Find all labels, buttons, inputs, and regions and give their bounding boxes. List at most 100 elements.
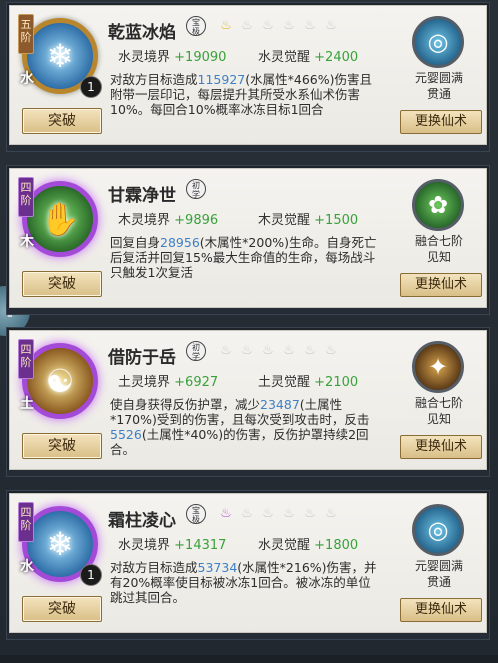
damage-value: 115927 — [197, 72, 246, 87]
card-footer — [7, 470, 489, 476]
card-footer — [7, 145, 489, 151]
desc-text: (土属性*40%)的伤害，反伤护罩持续2回合。 — [110, 427, 369, 457]
realm-value: +9896 — [174, 213, 219, 228]
realm-stat: 土灵境界 +6927 — [118, 371, 218, 390]
skill-icon[interactable]: ❄ 五阶 水 1 — [18, 14, 104, 100]
rank-badge: 宝 极 — [186, 16, 206, 36]
skill-name: 霜柱凌心 — [108, 511, 176, 531]
bottom-strip — [0, 655, 498, 663]
realm-value: +14317 — [174, 538, 227, 553]
cultivation-stage: 融合七阶 — [414, 396, 463, 410]
cultivation-emblem-icon: ✿ — [412, 179, 464, 231]
flame-star-icon: ♨ — [262, 506, 274, 521]
swap-skill-button[interactable]: 更换仙术 — [400, 110, 482, 134]
flame-star-icon: ♨ — [241, 506, 253, 521]
awaken-label: 水灵觉醒 — [258, 538, 311, 553]
skill-card: ❄ 四阶 水 1 突破 霜柱凌心 宝 极 ♨ ♨ ♨ ♨ ♨ ♨ 水灵境界 +14317 … — [6, 490, 490, 640]
breakthrough-button[interactable]: 突破 — [22, 271, 102, 297]
skill-description: 对敌方目标造成53734(水属性*216%)伤害，并有20%概率使目标被冰冻1回… — [110, 560, 382, 605]
cultivation-stage: 元婴圆满 — [414, 71, 463, 85]
skill-name: 借防于岳 — [108, 348, 176, 368]
damage-value: 23487 — [260, 397, 300, 412]
cultivation-panel: ◎ 元婴圆满 贯通 更换仙术 — [394, 494, 486, 632]
element-label: 水 — [20, 71, 34, 87]
breakthrough-button[interactable]: 突破 — [22, 108, 102, 134]
cultivation-label: 融合七阶 见知 — [394, 233, 484, 265]
flame-star-icon: ♨ — [241, 18, 253, 33]
awaken-value: +1800 — [314, 538, 359, 553]
star-rating: ♨ ♨ ♨ ♨ ♨ ♨ — [217, 344, 340, 358]
swap-skill-button[interactable]: 更换仙术 — [400, 435, 482, 459]
element-label: 土 — [20, 396, 34, 412]
skill-name: 甘霖净世 — [108, 186, 176, 206]
skill-description: 对敌方目标造成115927(水属性*466%)伤害且附带一层印记，每层提升其所受… — [110, 72, 382, 117]
skill-name: 乾蓝冰焰 — [108, 23, 176, 43]
awaken-value: +1500 — [314, 213, 359, 228]
realm-label: 水灵境界 — [118, 538, 171, 553]
cultivation-panel: ✦ 融合七阶 见知 更换仙术 — [394, 331, 486, 469]
flame-star-icon: ♨ — [325, 343, 337, 358]
rank-badge: 初 学 — [186, 341, 206, 361]
awaken-stat: 水灵觉醒 +1800 — [258, 534, 358, 553]
star-rating: ♨ ♨ ♨ ♨ ♨ ♨ — [217, 507, 340, 521]
flame-star-icon: ♨ — [325, 506, 337, 521]
flame-star-icon: ♨ — [220, 343, 232, 358]
realm-stat: 水灵境界 +14317 — [118, 534, 226, 553]
flame-star-icon: ♨ — [304, 343, 316, 358]
flame-star-icon: ♨ — [283, 18, 295, 33]
cultivation-level: 贯通 — [426, 87, 451, 101]
flame-star-icon: ♨ — [262, 343, 274, 358]
awaken-label: 土灵觉醒 — [258, 375, 311, 390]
skill-art-icon: ☯ — [45, 362, 75, 400]
skill-icon[interactable]: ☯ 四阶 土 — [18, 339, 104, 425]
flame-star-icon: ♨ — [325, 18, 337, 33]
card-footer — [7, 633, 489, 639]
awaken-stat: 水灵觉醒 +2400 — [258, 46, 358, 65]
cultivation-panel: ◎ 元婴圆满 贯通 更换仙术 — [394, 6, 486, 144]
cultivation-label: 融合七阶 见知 — [394, 395, 484, 427]
skill-icon[interactable]: ❄ 四阶 水 1 — [18, 502, 104, 588]
cultivation-label: 元婴圆满 贯通 — [394, 558, 484, 590]
flame-star-icon: ♨ — [304, 506, 316, 521]
swap-skill-button[interactable]: 更换仙术 — [400, 598, 482, 622]
element-label: 木 — [20, 234, 34, 250]
card-body: ✋ 四阶 木 突破 甘霖净世 初 学 木灵境界 +9896 木灵觉醒 +1500… — [9, 168, 487, 308]
realm-stat: 木灵境界 +9896 — [118, 209, 218, 228]
flame-star-icon: ♨ — [220, 506, 232, 521]
awaken-stat: 木灵觉醒 +1500 — [258, 209, 358, 228]
cultivation-stage: 元婴圆满 — [414, 559, 463, 573]
flame-star-icon: ♨ — [220, 18, 232, 33]
cultivation-emblem-icon: ✦ — [412, 341, 464, 393]
awaken-stat: 土灵觉醒 +2100 — [258, 371, 358, 390]
flame-star-icon: ♨ — [241, 343, 253, 358]
awaken-value: +2100 — [314, 375, 359, 390]
breakthrough-button[interactable]: 突破 — [22, 596, 102, 622]
realm-label: 土灵境界 — [118, 375, 171, 390]
flame-star-icon: ♨ — [283, 506, 295, 521]
swap-skill-button[interactable]: 更换仙术 — [400, 273, 482, 297]
element-label: 水 — [20, 559, 34, 575]
desc-text: 对敌方目标造成 — [110, 72, 198, 87]
tier-badge: 四阶 — [18, 339, 34, 379]
skill-description: 回复自身28956(木属性*200%)生命。自身死亡后复活并回复15%最大生命值… — [110, 235, 382, 280]
damage-value: 5526 — [110, 427, 142, 442]
cultivation-label: 元婴圆满 贯通 — [394, 70, 484, 102]
realm-value: +6927 — [174, 375, 219, 390]
tier-badge: 四阶 — [18, 502, 34, 542]
breakthrough-button[interactable]: 突破 — [22, 433, 102, 459]
rank-badge: 初 学 — [186, 179, 206, 199]
cultivation-panel: ✿ 融合七阶 见知 更换仙术 — [394, 169, 486, 307]
flame-star-icon: ♨ — [283, 343, 295, 358]
desc-text: 使自身获得反伤护罩，减少 — [110, 397, 261, 412]
skill-icon[interactable]: ✋ 四阶 木 — [18, 177, 104, 263]
skill-card: ☯ 四阶 土 突破 借防于岳 初 学 ♨ ♨ ♨ ♨ ♨ ♨ 土灵境界 +6927 土灵觉… — [6, 327, 490, 477]
skill-card: ✋ 四阶 木 突破 甘霖净世 初 学 木灵境界 +9896 木灵觉醒 +1500… — [6, 165, 490, 315]
cultivation-emblem-icon: ◎ — [412, 16, 464, 68]
count-badge: 1 — [80, 564, 102, 586]
skill-card: ❄ 五阶 水 1 突破 乾蓝冰焰 宝 极 ♨ ♨ ♨ ♨ ♨ ♨ 水灵境界 +19090 … — [6, 2, 490, 152]
awaken-value: +2400 — [314, 50, 359, 65]
cultivation-emblem-icon: ◎ — [412, 504, 464, 556]
skill-description: 使自身获得反伤护罩，减少23487(土属性*170%)受到的伤害，且每次受到攻击… — [110, 397, 382, 457]
damage-value: 28956 — [160, 235, 200, 250]
tier-badge: 五阶 — [18, 14, 34, 54]
